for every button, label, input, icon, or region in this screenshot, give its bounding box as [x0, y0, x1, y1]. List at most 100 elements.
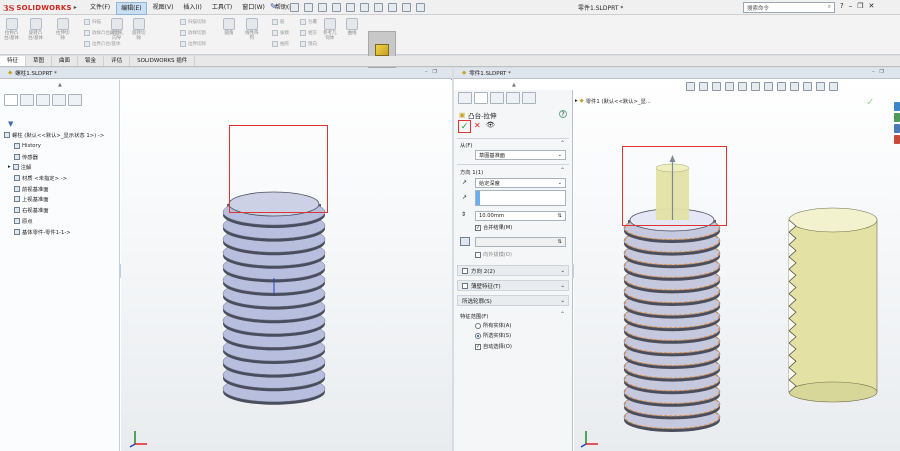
filter-icon[interactable]: ▼	[8, 120, 13, 128]
ribbon-small-button-0[interactable]: 扫描	[84, 19, 101, 25]
ribbon-small-button-10[interactable]: 相交	[300, 30, 317, 36]
ribbon-button-1[interactable]: 旋转凸 台/基体	[28, 18, 43, 41]
tab-display-manager[interactable]	[68, 94, 82, 106]
tab-dimxpert-manager[interactable]	[52, 94, 66, 106]
ribbon-small-button-1[interactable]: 放样凸台/基体	[84, 30, 121, 36]
menu-item-5[interactable]: 窗口(W)	[238, 2, 269, 15]
tab-property-manager[interactable]	[474, 92, 488, 104]
cancel-button[interactable]: ✕	[474, 121, 481, 130]
menu-item-1[interactable]: 编辑(E)	[116, 2, 147, 15]
direction2-section[interactable]: 方向 2(2) ⌄	[457, 265, 569, 276]
tree-item[interactable]: 右视基准面	[4, 205, 104, 216]
search-input[interactable]: 搜索命令 ⌕	[743, 2, 835, 13]
part-model-scene[interactable]	[574, 80, 900, 451]
options-icon[interactable]	[416, 3, 425, 12]
ribbon-small-button-7[interactable]: 拔模	[272, 30, 289, 36]
merge-result-checkbox[interactable]: ✓ 合并结果(M)	[475, 224, 512, 231]
ribbon-small-button-9[interactable]: 包覆	[300, 19, 317, 25]
tab-0[interactable]: 特征	[0, 56, 27, 66]
file-explorer-icon[interactable]	[894, 124, 900, 133]
design-library-icon[interactable]	[894, 113, 900, 122]
tree-item[interactable]: 原点	[4, 216, 104, 227]
depth-input[interactable]: 10.00mm ⇅	[475, 211, 566, 221]
menu-item-3[interactable]: 插入(I)	[179, 2, 205, 15]
collapse-chevron-icon[interactable]: ⌃	[560, 167, 565, 174]
ribbon-button-5[interactable]: 圆角	[223, 18, 235, 36]
from-select[interactable]: 草图基准面 ⌄	[475, 150, 566, 160]
selected-contours-section[interactable]: 所选轮廓(S) ⌄	[457, 295, 569, 306]
ribbon-button-7[interactable]: 参考几 何体	[323, 18, 337, 41]
tab-property-manager[interactable]	[20, 94, 34, 106]
restore-icon[interactable]: ❐	[857, 2, 863, 10]
minimize-icon[interactable]: –	[872, 69, 875, 75]
spin-arrows-icon[interactable]: ⇅	[558, 239, 562, 245]
right-graphics-area[interactable]: ▸ ◆ 零件1 (默认<<默认>_显... ✓	[574, 80, 900, 451]
pane-collapse-icon[interactable]: ▲	[58, 82, 62, 88]
tab-dimxpert-manager[interactable]	[506, 92, 520, 104]
selected-bodies-radio[interactable]: 所选实体(S)	[475, 332, 511, 339]
menu-item-0[interactable]: 文件(F)	[86, 2, 114, 15]
ribbon-small-button-11[interactable]: 镜向	[300, 41, 317, 47]
ribbon-button-4[interactable]: 旋转切 除	[132, 18, 146, 41]
ribbon-small-button-6[interactable]: 筋	[272, 19, 285, 25]
tab-configuration-manager[interactable]	[36, 94, 50, 106]
draft-toggle-icon[interactable]	[460, 237, 470, 246]
help-icon[interactable]: ?	[840, 2, 844, 10]
ribbon-button-2[interactable]: 拉伸切 除	[56, 18, 70, 41]
direction-reference-box[interactable]	[475, 190, 566, 206]
thin-feature-section[interactable]: 薄壁特征(T) ⌄	[457, 280, 569, 291]
tree-item[interactable]: 基体零件-零件1-1->	[4, 226, 104, 237]
ribbon-small-button-4[interactable]: 放样切割	[180, 30, 206, 36]
preview-eye-icon[interactable]: 👁	[486, 121, 495, 129]
home-icon[interactable]	[894, 102, 900, 111]
solidworks-logo[interactable]: 3S SOLIDWORKS ▸	[3, 1, 77, 14]
ok-button[interactable]: ✓	[458, 120, 471, 133]
help-button[interactable]: ?	[559, 110, 567, 118]
tree-item[interactable]: 前视基准面	[4, 183, 104, 194]
open-file-icon[interactable]	[318, 3, 327, 12]
tree-item[interactable]: History	[4, 141, 104, 152]
tree-item[interactable]: 材质 <未指定> ->	[4, 173, 104, 184]
restore-icon[interactable]: ❐	[880, 69, 884, 75]
collapse-chevron-icon[interactable]: ⌃	[560, 140, 565, 147]
print-icon[interactable]	[346, 3, 355, 12]
tab-display-manager[interactable]	[522, 92, 536, 104]
tab-configuration-manager[interactable]	[490, 92, 504, 104]
end-condition-select[interactable]: 给定深度 ⌄	[475, 178, 566, 188]
tree-item[interactable]: 螺柱 (默认<<默认>_显示状态 1>) ->	[4, 130, 104, 141]
ribbon-button-6[interactable]: 线性阵 列	[245, 18, 259, 41]
draft-outward-checkbox[interactable]: 向外拔模(O)	[475, 251, 512, 258]
pin-icon[interactable]: ✎	[270, 2, 277, 11]
pane-collapse-icon[interactable]: ▲	[512, 82, 516, 88]
tab-4[interactable]: 评估	[104, 56, 131, 66]
tree-item[interactable]: ▸ 注解	[4, 162, 104, 173]
tree-item[interactable]: 传感器	[4, 151, 104, 162]
tree-item[interactable]: 上视基准面	[4, 194, 104, 205]
menu-item-2[interactable]: 视图(V)	[149, 2, 178, 15]
left-graphics-area[interactable]	[121, 80, 452, 451]
file-properties-icon[interactable]	[402, 3, 411, 12]
select-icon[interactable]	[374, 3, 383, 12]
search-icon[interactable]: ⌕	[828, 4, 831, 11]
expand-arrow-icon[interactable]: ▸	[8, 164, 11, 170]
ribbon-small-button-5[interactable]: 边界切除	[180, 41, 206, 47]
rebuild-icon[interactable]	[388, 3, 397, 12]
tab-feature-manager[interactable]	[4, 94, 18, 106]
ribbon-small-button-3[interactable]: 扫描切除	[180, 19, 206, 25]
minimize-icon[interactable]: –	[425, 69, 428, 75]
spin-arrows-icon[interactable]: ⇅	[558, 213, 562, 219]
restore-icon[interactable]: ❐	[433, 69, 437, 75]
save-icon[interactable]	[332, 3, 341, 12]
undo-icon[interactable]	[360, 3, 369, 12]
tab-feature-manager[interactable]	[458, 92, 472, 104]
tab-5[interactable]: SOLIDWORKS 插件	[130, 56, 196, 66]
tab-2[interactable]: 曲面	[52, 56, 79, 66]
collapse-chevron-icon[interactable]: ⌃	[560, 311, 565, 318]
menu-item-4[interactable]: 工具(T)	[208, 2, 236, 15]
close-icon[interactable]: ✕	[869, 2, 875, 10]
reverse-direction-icon[interactable]: ↗	[462, 179, 467, 186]
direction-arrow-icon[interactable]: ↗	[462, 194, 467, 201]
home-icon[interactable]	[290, 3, 299, 12]
tab-3[interactable]: 钣金	[78, 56, 105, 66]
all-bodies-radio[interactable]: 所有实体(A)	[475, 322, 511, 329]
